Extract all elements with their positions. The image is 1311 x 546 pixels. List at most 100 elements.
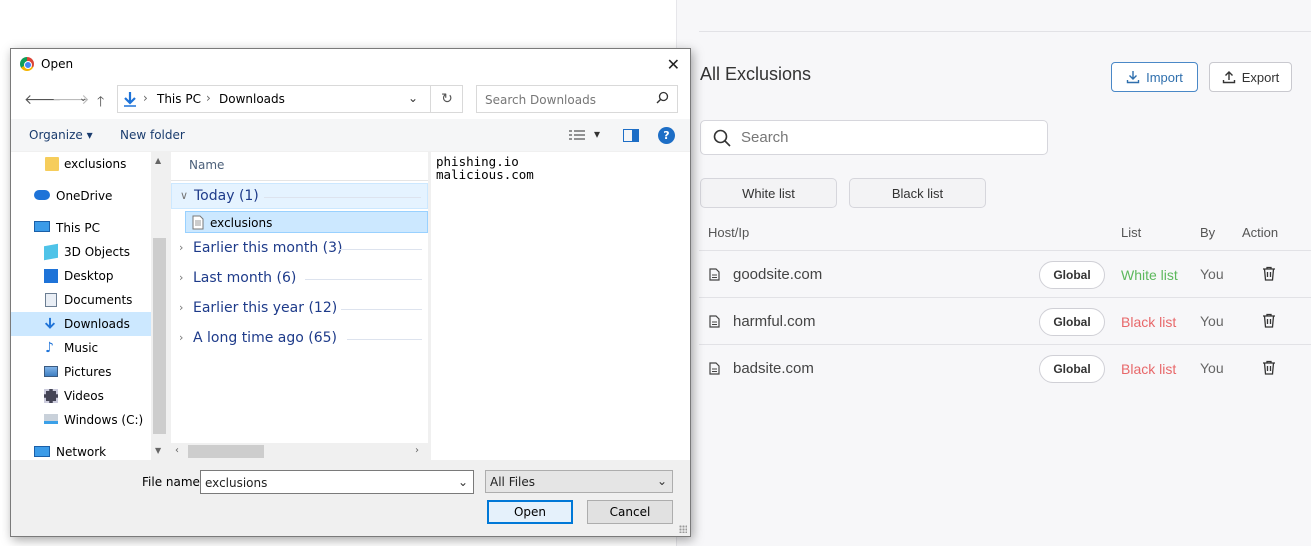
cancel-button[interactable]: Cancel [587,500,673,524]
drive-icon [44,414,58,424]
row-by: You [1200,313,1224,329]
column-header-name[interactable]: Name [189,158,224,172]
nav-item-downloads[interactable]: Downloads [11,312,151,336]
preview-pane: phishing.io malicious.com [431,152,690,460]
column-header-list: List [1121,225,1142,240]
computer-icon [34,221,50,232]
trash-icon[interactable] [1262,313,1276,328]
nav-item-videos[interactable]: Videos [11,384,151,408]
nav-item-pictures[interactable]: Pictures [11,360,151,384]
breadcrumb-downloads[interactable]: Downloads [219,92,285,106]
file-list-horizontal-scrollbar[interactable]: ‹ › [171,443,428,460]
nav-item-3d-objects[interactable]: 3D Objects [11,240,151,264]
folder-icon [45,157,59,171]
export-button[interactable]: Export [1209,62,1292,92]
import-icon [1126,71,1140,84]
nav-item-documents[interactable]: Documents [11,288,151,312]
chevron-right-icon: › [179,241,184,254]
organize-menu[interactable]: Organize ▾ [29,128,93,142]
search-input[interactable]: Search [700,120,1048,155]
export-icon [1222,71,1235,84]
new-folder-button[interactable]: New folder [120,128,185,142]
nav-item-this-pc[interactable]: This PC [11,216,151,240]
desktop-icon [44,269,58,283]
row-by: You [1200,266,1224,282]
file-name-input[interactable]: exclusions ⌄ [200,470,474,494]
nav-item-windows-c[interactable]: Windows (C:) [11,408,151,432]
navigation-bar: 🡐 🡒 ⌄ 🡑 › This PC › Downloads ⌄ ↻ Search… [11,79,690,119]
documents-icon [45,293,57,307]
breadcrumb-this-pc[interactable]: This PC [157,92,201,106]
exclusions-panel: All Exclusions Import Export Search Whit… [676,0,1311,546]
trash-icon[interactable] [1262,360,1276,375]
header-divider [171,180,428,181]
table-row: harmful.com Global Black list You [699,297,1311,344]
scrollbar-thumb[interactable] [153,238,166,434]
group-divider [347,339,422,340]
scroll-left-icon[interactable]: ‹ [175,445,179,456]
chevron-down-icon[interactable]: ⌄ [408,91,418,105]
scroll-down-icon[interactable]: ▼ [155,446,161,455]
page-title: All Exclusions [700,64,812,84]
close-icon[interactable]: ✕ [667,55,680,74]
group-divider [341,309,422,310]
export-label: Export [1241,69,1280,85]
group-divider [305,279,422,280]
nav-item-network[interactable]: Network [11,440,151,460]
group-last-month[interactable]: › Last month (6) [171,266,428,292]
scroll-up-icon[interactable]: ▲ [155,156,161,165]
nav-item-music[interactable]: ♪ Music [11,336,151,360]
up-arrow-icon[interactable]: 🡑 [97,91,104,115]
dialog-titlebar: Open ✕ [11,49,690,79]
nav-item-onedrive[interactable]: OneDrive [11,184,151,208]
scroll-right-icon[interactable]: › [415,445,419,456]
file-item-exclusions[interactable]: exclusions [185,211,428,233]
group-earlier-this-year[interactable]: › Earlier this year (12) [171,296,428,322]
chevron-right-icon: › [179,301,184,314]
nav-item-label: Network [56,445,107,459]
group-divider [264,197,421,198]
refresh-icon[interactable]: ↻ [430,86,463,112]
preview-pane-icon[interactable] [623,129,639,142]
download-icon [124,92,136,107]
view-options-chevron-icon[interactable]: ▾ [594,127,600,141]
import-label: Import [1146,69,1183,85]
open-button[interactable]: Open [487,500,573,524]
list-type-label: Black list [1121,314,1177,330]
black-list-filter-button[interactable]: Black list [849,178,986,208]
column-header-by: By [1200,225,1216,240]
view-options-icon[interactable] [568,129,586,141]
command-bar: Organize ▾ New folder ▾ ? [11,119,690,151]
nav-item-label: exclusions [64,157,127,171]
nav-item-label: Downloads [64,317,130,331]
address-bar[interactable]: › This PC › Downloads ⌄ ↻ [117,85,463,113]
group-a-long-time-ago[interactable]: › A long time ago (65) [171,326,428,352]
resize-grip-icon[interactable] [679,525,687,533]
chrome-logo-icon [20,57,34,71]
scrollbar-thumb[interactable] [188,445,264,458]
navigation-pane: exclusions OneDrive This PC 3D Objects D… [11,152,168,460]
chevron-down-icon: ∨ [180,189,189,202]
scope-badge: Global [1039,355,1105,383]
file-name-label: File name: [142,475,204,489]
group-today[interactable]: ∨ Today (1) [171,183,428,209]
nav-item-label: Documents [64,293,133,307]
group-divider [339,249,422,250]
white-list-filter-button[interactable]: White list [700,178,837,208]
recent-locations-chevron-icon[interactable]: ⌄ [79,93,87,104]
help-icon[interactable]: ? [658,127,675,144]
chevron-down-icon[interactable]: ⌄ [458,475,468,489]
trash-icon[interactable] [1262,266,1276,281]
breadcrumb-separator: › [143,91,148,105]
search-downloads-input[interactable]: Search Downloads [476,85,678,113]
file-icon [709,315,720,328]
download-icon [44,317,56,329]
nav-pane-scrollbar[interactable]: ▲ ▼ [151,152,168,460]
column-header-action: Action [1242,225,1279,240]
nav-item-desktop[interactable]: Desktop [11,264,151,288]
nav-item-exclusions-folder[interactable]: exclusions [11,152,151,176]
import-button[interactable]: Import [1111,62,1198,92]
group-earlier-this-month[interactable]: › Earlier this month (3) [171,236,428,262]
file-type-select[interactable]: All Files ⌄ [485,470,673,493]
nav-item-label: Pictures [64,365,112,379]
